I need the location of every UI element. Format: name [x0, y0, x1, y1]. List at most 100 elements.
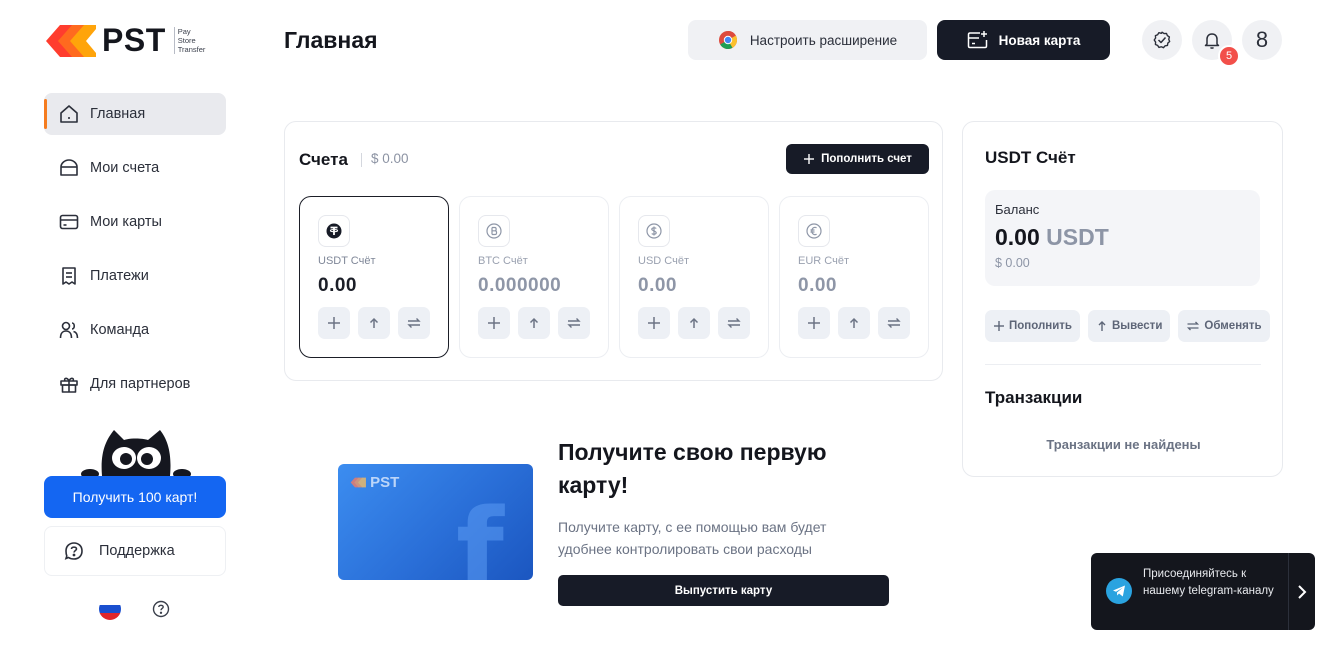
balance-currency: USDT [1046, 224, 1109, 250]
swap-icon [407, 318, 421, 328]
card-icon [58, 211, 80, 233]
sidebar-item-label: Главная [90, 106, 146, 122]
facebook-logo-icon: f [456, 485, 504, 580]
verified-badge-icon [1153, 31, 1171, 49]
notification-count-badge: 5 [1218, 45, 1240, 67]
sidebar-item-cards[interactable]: Мои карты [44, 201, 226, 243]
swap-icon [727, 318, 741, 328]
dollar-icon [638, 215, 670, 247]
arrow-up-icon [529, 317, 539, 328]
language-flag-ru-icon[interactable] [99, 598, 121, 620]
verification-button[interactable] [1142, 20, 1182, 60]
withdraw-button[interactable] [838, 307, 870, 339]
chevron-right-icon [1298, 584, 1307, 599]
sidebar-item-home[interactable]: Главная [44, 93, 226, 135]
pst-logo-small-icon [350, 477, 366, 488]
configure-extension-button[interactable]: Настроить расширение [688, 20, 927, 60]
account-card-eur[interactable]: EUR Счёт 0.00 [779, 196, 929, 358]
exchange-button[interactable] [878, 307, 910, 339]
transactions-title: Транзакции [985, 388, 1083, 407]
sidebar-item-label: Команда [90, 322, 150, 338]
get-100-cards-button[interactable]: Получить 100 карт! [44, 476, 226, 518]
euro-icon [798, 215, 830, 247]
exchange-button[interactable] [558, 307, 590, 339]
plus-icon [648, 317, 660, 329]
cat-mascot-icon [81, 430, 191, 479]
plus-icon [804, 154, 815, 164]
accounts-panel: Счета $ 0.00 Пополнить счет USDT Счёт 0.… [284, 121, 943, 381]
bell-icon [1204, 33, 1220, 49]
topup-account-button[interactable]: Пополнить счет [786, 144, 929, 174]
help-icon[interactable] [151, 599, 171, 619]
exchange-button[interactable] [398, 307, 430, 339]
plus-icon [488, 317, 500, 329]
promo-description: Получите карту, с ее помощью вам будет у… [558, 519, 827, 557]
brand-logo[interactable]: PST Pay Store Transfer [44, 22, 205, 59]
telegram-toast[interactable]: Присоединяйтесь к нашему telegram-каналу [1091, 553, 1315, 630]
sidebar-item-label: Мои счета [90, 160, 160, 176]
profile-avatar-button[interactable]: 8 [1242, 20, 1282, 60]
accounts-total: $ 0.00 [371, 151, 409, 166]
sidebar-item-accounts[interactable]: Мои счета [44, 147, 226, 189]
new-card-button[interactable]: Новая карта [937, 20, 1110, 60]
sidebar-item-label: Для партнеров [90, 376, 191, 392]
virtual-card-image: PST f [338, 464, 533, 580]
divider [985, 364, 1261, 365]
account-amount: 0.000000 [478, 275, 562, 296]
plus-icon [994, 321, 1004, 331]
tether-icon [318, 215, 350, 247]
transactions-empty-state: Транзакции не найдены [1046, 437, 1201, 452]
arrow-up-icon [1098, 321, 1106, 331]
account-name: BTC Счёт [478, 255, 528, 267]
sidebar-item-payments[interactable]: Платежи [44, 255, 226, 297]
deposit-button[interactable] [478, 307, 510, 339]
swap-icon [567, 318, 581, 328]
deposit-button[interactable] [638, 307, 670, 339]
withdraw-button[interactable] [358, 307, 390, 339]
receipt-icon [58, 265, 80, 287]
withdraw-button[interactable] [678, 307, 710, 339]
arrow-up-icon [849, 317, 859, 328]
plus-icon [808, 317, 820, 329]
gift-icon [58, 373, 80, 395]
account-card-btc[interactable]: BTC Счёт 0.000000 [459, 196, 609, 358]
toast-open-button[interactable] [1288, 553, 1315, 630]
sidebar: PST Pay Store Transfer Главная Мои счета… [0, 0, 250, 648]
balance-usd: $ 0.00 [995, 256, 1030, 270]
sidebar-item-partners[interactable]: Для партнеров [44, 363, 226, 405]
sidebar-nav: Главная Мои счета Мои карты Платежи Кома… [44, 93, 226, 417]
sidebar-item-team[interactable]: Команда [44, 309, 226, 351]
arrow-up-icon [369, 317, 379, 328]
swap-icon [887, 318, 901, 328]
pst-logo-icon [46, 24, 96, 57]
support-help-icon [64, 542, 83, 560]
issue-card-button[interactable]: Выпустить карту [558, 575, 889, 606]
add-card-icon [967, 31, 987, 49]
panel-deposit-button[interactable]: Пополнить [985, 310, 1080, 342]
page-title: Главная [284, 27, 378, 53]
wallet-icon [58, 157, 80, 179]
account-card-usdt[interactable]: USDT Счёт 0.00 [299, 196, 449, 358]
deposit-button[interactable] [318, 307, 350, 339]
arrow-up-icon [689, 317, 699, 328]
avatar-initial: 8 [1255, 27, 1269, 52]
panel-exchange-button[interactable]: Обменять [1178, 310, 1270, 342]
account-card-usd[interactable]: USD Счёт 0.00 [619, 196, 769, 358]
brand-name: PST [102, 22, 166, 58]
promo-title: Получите свою первую карту! [558, 439, 827, 498]
chrome-icon [718, 30, 737, 50]
exchange-button[interactable] [718, 307, 750, 339]
withdraw-button[interactable] [518, 307, 550, 339]
topup-account-label: Пополнить счет [821, 153, 912, 165]
account-amount: 0.00 [798, 275, 837, 296]
usdt-panel-title: USDT Счёт [985, 148, 1076, 167]
plus-icon [328, 317, 340, 329]
deposit-button[interactable] [798, 307, 830, 339]
telegram-toast-text: Присоединяйтесь к нашему telegram-каналу [1143, 568, 1274, 597]
account-name: USD Счёт [638, 255, 689, 267]
support-button[interactable]: Поддержка [44, 526, 226, 576]
support-label: Поддержка [99, 543, 175, 559]
account-amount: 0.00 [318, 275, 357, 296]
balance-label: Баланс [995, 202, 1040, 217]
panel-withdraw-button[interactable]: Вывести [1088, 310, 1171, 342]
